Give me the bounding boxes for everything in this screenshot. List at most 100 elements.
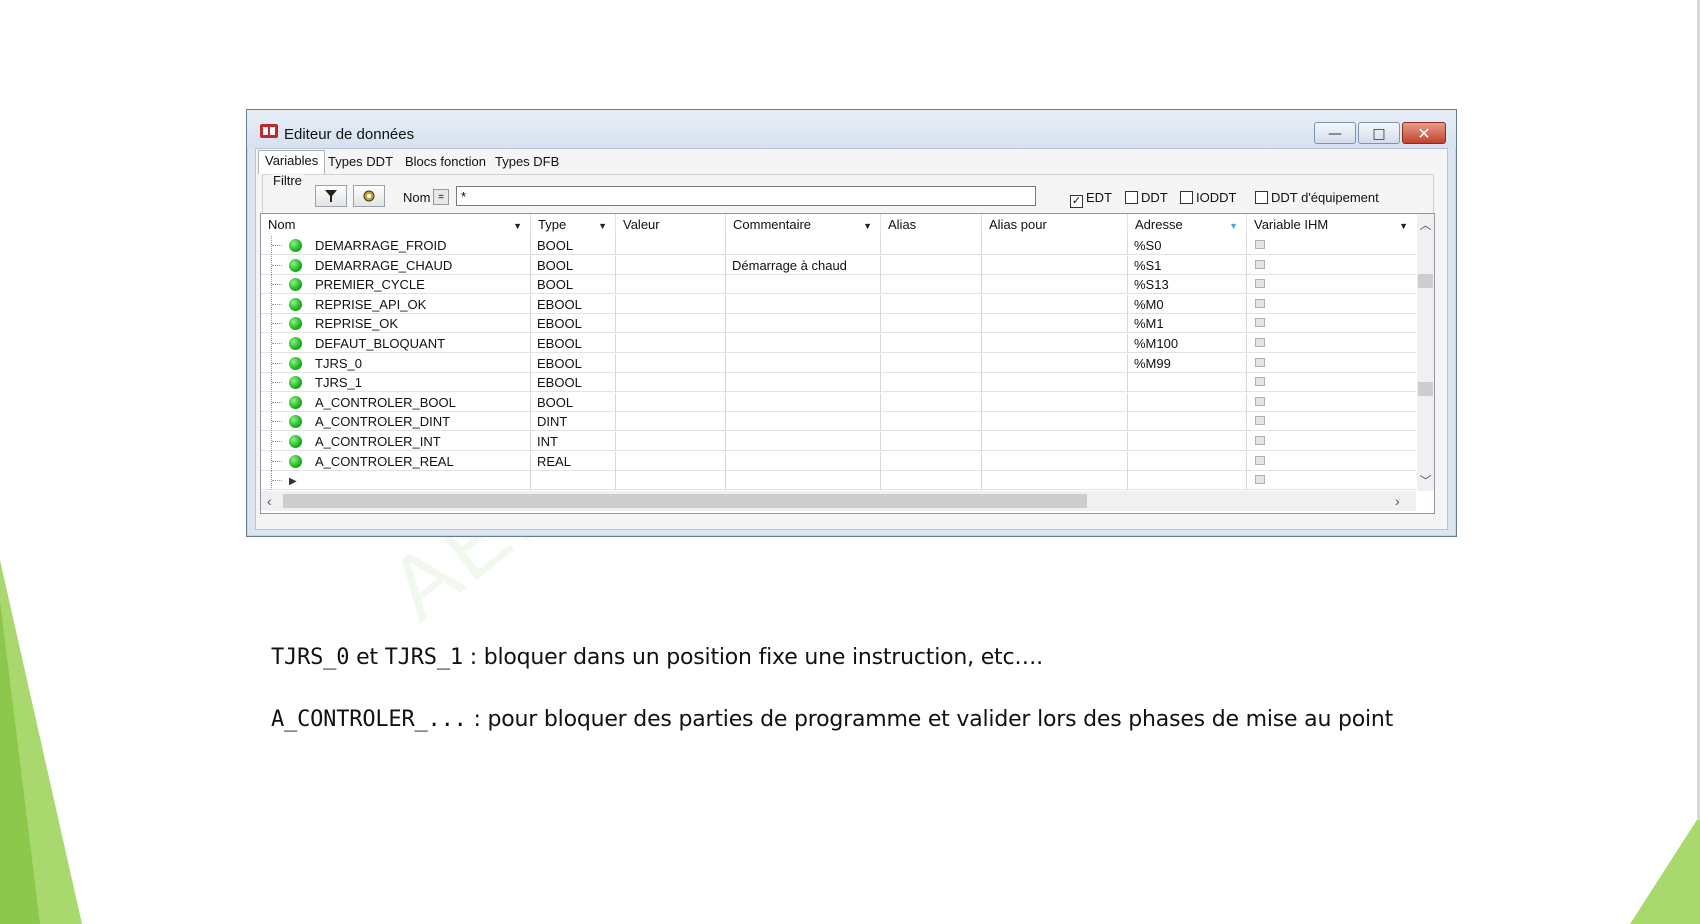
cell-nom[interactable]: REPRISE_API_OK [261, 294, 531, 314]
cell-adresse[interactable] [1128, 451, 1247, 471]
cell-nom[interactable]: TJRS_0 [261, 353, 531, 373]
checkbox-ioddt[interactable]: IODDT [1180, 190, 1236, 206]
cell-alias-pour[interactable] [982, 334, 1128, 353]
cell-ihm[interactable] [1247, 471, 1416, 490]
hmi-checkbox[interactable] [1255, 259, 1265, 269]
cell-valeur[interactable] [616, 373, 726, 393]
cell-type[interactable]: BOOL [531, 236, 616, 255]
hmi-checkbox[interactable] [1255, 416, 1265, 426]
vertical-scrollbar[interactable]: ︿ ﹀ [1417, 214, 1434, 491]
hmi-checkbox[interactable] [1255, 455, 1265, 465]
tab-variables[interactable]: Variables [258, 150, 326, 174]
cell-nom[interactable]: A_CONTROLER_INT [261, 432, 531, 451]
scroll-thumb[interactable] [1418, 382, 1433, 396]
table-row[interactable]: A_CONTROLER_INT INT [261, 432, 1416, 451]
cell-alias-pour[interactable] [982, 294, 1128, 314]
hmi-checkbox[interactable] [1255, 357, 1265, 367]
cell-alias-pour[interactable] [982, 353, 1128, 373]
scroll-left-icon[interactable]: ‹ [267, 493, 272, 509]
cell-commentaire[interactable] [726, 412, 881, 432]
scroll-down-icon[interactable]: ﹀ [1417, 472, 1434, 489]
cell-adresse[interactable]: %M100 [1128, 334, 1247, 353]
cell-type[interactable]: BOOL [531, 392, 616, 412]
tab-types-dfb[interactable]: Types DFB [489, 152, 565, 172]
cell-alias-pour[interactable] [982, 255, 1128, 275]
cell-ihm[interactable] [1247, 373, 1416, 392]
cell-adresse[interactable]: %M1 [1128, 314, 1247, 334]
column-header-adresse[interactable]: Adresse ▼ [1128, 214, 1247, 236]
cell-type[interactable]: EBOOL [531, 334, 616, 353]
cell-nom[interactable]: DEMARRAGE_CHAUD [261, 255, 531, 275]
column-header-alias[interactable]: Alias [881, 214, 982, 236]
cell-alias-pour[interactable] [982, 471, 1128, 491]
cell-type[interactable]: BOOL [531, 255, 616, 275]
cell-valeur[interactable] [616, 294, 726, 314]
hmi-checkbox[interactable] [1255, 318, 1265, 328]
cell-ihm[interactable] [1247, 432, 1416, 451]
cell-commentaire[interactable] [726, 373, 881, 393]
cell-adresse[interactable] [1128, 392, 1247, 412]
title-bar[interactable]: Editeur de données — □ ✕ [247, 110, 1456, 148]
cell-commentaire[interactable] [726, 353, 881, 373]
cell-alias-pour[interactable] [982, 432, 1128, 451]
cell-alias[interactable] [881, 392, 982, 412]
column-header-commentaire[interactable]: Commentaire ▼ [726, 214, 881, 236]
cell-alias[interactable] [881, 236, 982, 255]
hmi-checkbox[interactable] [1255, 475, 1265, 485]
cell-alias[interactable] [881, 373, 982, 393]
cell-ihm[interactable] [1247, 275, 1416, 294]
cell-type[interactable]: DINT [531, 412, 616, 432]
cell-alias-pour[interactable] [982, 412, 1128, 432]
cell-adresse[interactable] [1128, 373, 1247, 393]
cell-ihm[interactable] [1247, 314, 1416, 333]
cell-alias-pour[interactable] [982, 236, 1128, 255]
hmi-checkbox[interactable] [1255, 377, 1265, 387]
cell-alias-pour[interactable] [982, 373, 1128, 393]
column-header-nom[interactable]: Nom ▼ [261, 214, 531, 236]
cell-valeur[interactable] [616, 451, 726, 471]
cell-type[interactable]: EBOOL [531, 353, 616, 373]
cell-valeur[interactable] [616, 236, 726, 255]
cell-alias[interactable] [881, 471, 982, 491]
cell-valeur[interactable] [616, 353, 726, 373]
sort-arrow-icon[interactable]: ▼ [863, 215, 872, 237]
cell-alias-pour[interactable] [982, 314, 1128, 334]
cell-ihm[interactable] [1247, 393, 1416, 412]
scroll-thumb[interactable] [283, 494, 1087, 508]
cell-ihm[interactable] [1247, 412, 1416, 431]
column-header-variable-ihm[interactable]: Variable IHM ▼ [1247, 214, 1416, 236]
new-row[interactable]: ▶ [261, 471, 1416, 491]
cell-type[interactable]: REAL [531, 451, 616, 471]
cell-adresse[interactable]: %M99 [1128, 353, 1247, 373]
checkbox-ddt[interactable]: DDT [1125, 190, 1168, 206]
table-row[interactable]: TJRS_1 EBOOL [261, 373, 1416, 393]
table-row[interactable]: TJRS_0 EBOOL %M99 [261, 353, 1416, 373]
cell-adresse[interactable] [1128, 432, 1247, 451]
cell-ihm[interactable] [1247, 295, 1416, 314]
cell-nom[interactable]: DEMARRAGE_FROID [261, 236, 531, 255]
cell-ihm[interactable] [1247, 354, 1416, 373]
table-row[interactable]: DEMARRAGE_FROID BOOL %S0 [261, 236, 1416, 255]
cell-nom[interactable]: PREMIER_CYCLE [261, 275, 531, 295]
close-button[interactable]: ✕ [1402, 122, 1446, 144]
cell-commentaire[interactable]: Démarrage à chaud [726, 255, 881, 275]
cell-alias-pour[interactable] [982, 451, 1128, 471]
minimize-button[interactable]: — [1314, 122, 1356, 144]
cell-commentaire[interactable] [726, 334, 881, 353]
cell-ihm[interactable] [1247, 256, 1416, 275]
hmi-checkbox[interactable] [1255, 338, 1265, 347]
tab-types-ddt[interactable]: Types DDT [322, 152, 399, 172]
scroll-thumb[interactable] [1418, 274, 1433, 288]
checkbox-ddt-equipement[interactable]: DDT d'équipement [1255, 190, 1379, 206]
cell-adresse[interactable]: %M0 [1128, 294, 1247, 314]
cell-alias[interactable] [881, 353, 982, 373]
cell-ihm[interactable] [1247, 236, 1416, 255]
horizontal-scrollbar[interactable]: ‹ › [261, 491, 1416, 511]
cell-nom[interactable]: A_CONTROLER_REAL [261, 451, 531, 471]
sort-arrow-icon[interactable]: ▼ [598, 215, 607, 237]
cell-type[interactable]: BOOL [531, 275, 616, 295]
cell-valeur[interactable] [616, 255, 726, 275]
cell-alias[interactable] [881, 412, 982, 432]
cell-adresse[interactable]: %S13 [1128, 275, 1247, 295]
sort-arrow-icon[interactable]: ▼ [513, 215, 522, 237]
